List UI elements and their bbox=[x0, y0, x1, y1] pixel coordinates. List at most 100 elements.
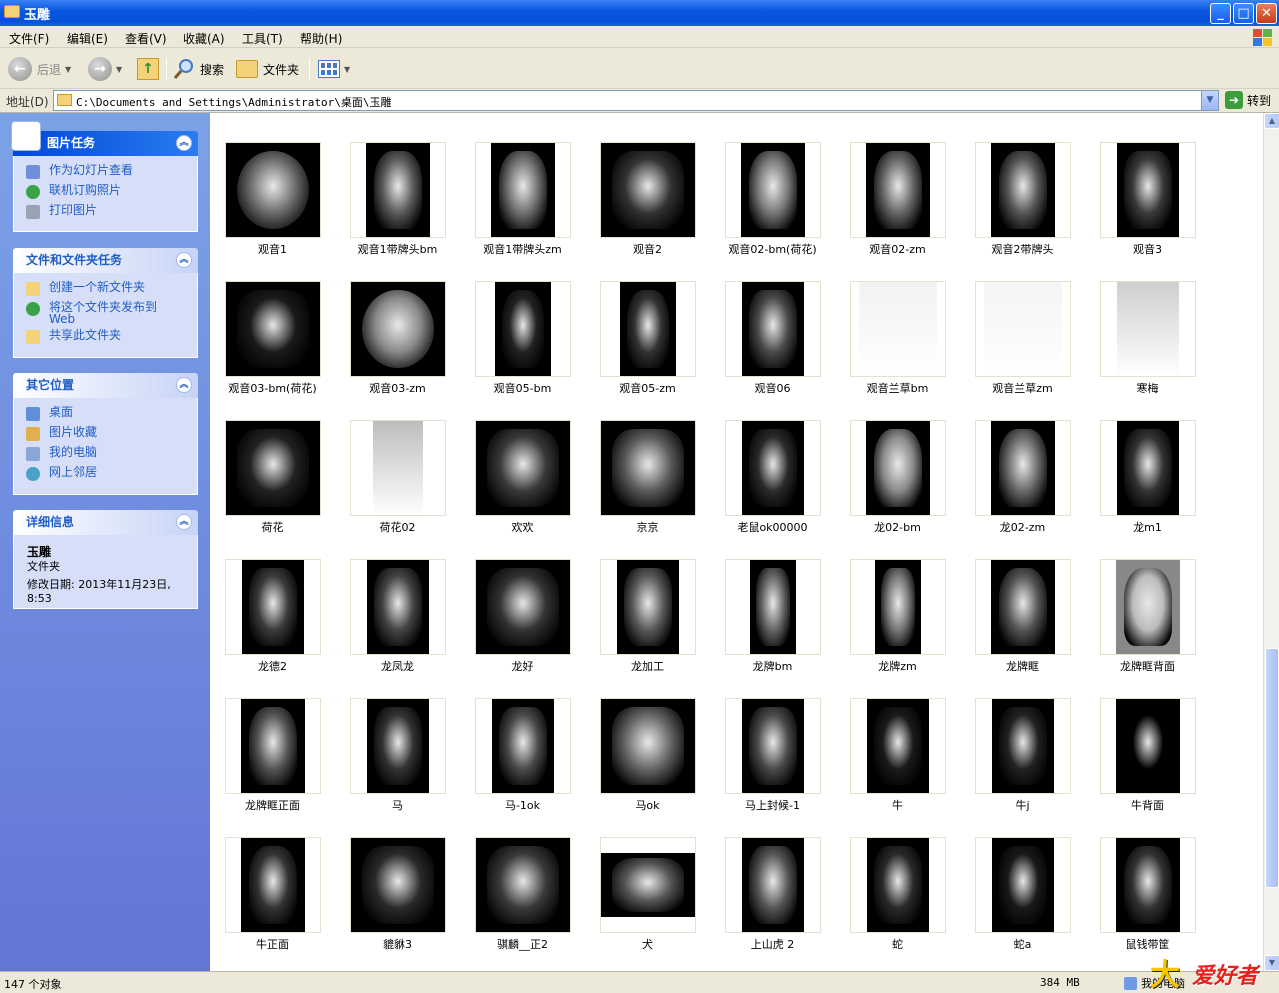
carving-relief bbox=[998, 428, 1048, 508]
collapse-chevron-icon[interactable]: ︽ bbox=[176, 252, 192, 268]
thumbnail-item[interactable]: 观音1 bbox=[210, 114, 335, 256]
thumbnail-item[interactable]: 犬 bbox=[585, 809, 710, 951]
thumbnail-item[interactable]: 牛j bbox=[960, 670, 1085, 812]
address-dropdown-button[interactable]: ▼ bbox=[1201, 91, 1218, 110]
thumbnail-item[interactable]: 马ok bbox=[585, 670, 710, 812]
collapse-chevron-icon[interactable]: ︽ bbox=[176, 514, 192, 530]
thumbnail-item[interactable]: 观音02-zm bbox=[835, 114, 960, 256]
thumbnail-item[interactable]: 观音兰草zm bbox=[960, 253, 1085, 395]
thumbnail-item[interactable]: 观音06 bbox=[710, 253, 835, 395]
address-input[interactable]: C:\Documents and Settings\Administrator\… bbox=[53, 90, 1219, 111]
thumbnail-item[interactable]: 欢欢 bbox=[460, 392, 585, 534]
thumbnail-item[interactable]: 牛背面 bbox=[1085, 670, 1210, 812]
thumbnail-item[interactable]: 龙m1 bbox=[1085, 392, 1210, 534]
place-my-computer[interactable]: 我的电脑 bbox=[26, 446, 197, 466]
collapse-chevron-icon[interactable]: ︽ bbox=[176, 135, 192, 151]
thumbnail-item[interactable]: 观音03-bm(荷花) bbox=[210, 253, 335, 395]
thumbnail-item[interactable]: 观音03-zm bbox=[335, 253, 460, 395]
thumbnail-item[interactable]: 龙德2 bbox=[210, 531, 335, 673]
collapse-chevron-icon[interactable]: ︽ bbox=[176, 377, 192, 393]
scroll-thumb[interactable] bbox=[1265, 648, 1279, 888]
thumbnail-item[interactable]: 龙牌bm bbox=[710, 531, 835, 673]
menu-favorites[interactable]: 收藏(A) bbox=[183, 30, 225, 47]
thumbnail-frame bbox=[725, 142, 821, 238]
thumbnail-item[interactable]: 骐麟__正2 bbox=[460, 809, 585, 951]
place-my-pictures[interactable]: 图片收藏 bbox=[26, 426, 197, 446]
menu-edit[interactable]: 编辑(E) bbox=[67, 30, 108, 47]
thumbnail-item[interactable]: 龙牌zm bbox=[835, 531, 960, 673]
details-date: 修改日期: 2013年11月23日, 8:53 bbox=[27, 578, 171, 605]
thumbnail-frame bbox=[225, 420, 321, 516]
thumbnail-item[interactable]: 观音3 bbox=[1085, 114, 1210, 256]
picture-tasks-body: 作为幻灯片查看 联机订购照片 打印图片 bbox=[13, 156, 198, 232]
minimize-button[interactable]: _ bbox=[1210, 3, 1231, 24]
thumbnail-item[interactable]: 观音2 bbox=[585, 114, 710, 256]
thumbnail-item[interactable]: 龙加工 bbox=[585, 531, 710, 673]
thumbnail-item[interactable]: 观音05-zm bbox=[585, 253, 710, 395]
thumbnail-item[interactable]: 观音02-bm(荷花) bbox=[710, 114, 835, 256]
search-button[interactable]: 搜索 bbox=[173, 56, 224, 82]
thumbnail-item[interactable]: 龙牌眶 bbox=[960, 531, 1085, 673]
title-bar[interactable]: 玉雕 _ □ ✕ bbox=[0, 0, 1279, 26]
close-button[interactable]: ✕ bbox=[1256, 3, 1277, 24]
thumbnail-item[interactable]: 貔貅3 bbox=[335, 809, 460, 951]
go-button[interactable]: ➔ 转到 bbox=[1225, 91, 1271, 109]
file-tasks-header[interactable]: 文件和文件夹任务 ︽ bbox=[13, 248, 198, 273]
menu-view[interactable]: 查看(V) bbox=[125, 30, 167, 47]
thumbnail-item[interactable]: 观音05-bm bbox=[460, 253, 585, 395]
task-order-prints[interactable]: 联机订购照片 bbox=[26, 184, 197, 204]
details-header[interactable]: 详细信息 ︽ bbox=[13, 510, 198, 535]
new-folder-icon bbox=[26, 282, 40, 296]
thumbnail-item[interactable]: 马-1ok bbox=[460, 670, 585, 812]
thumbnail-item[interactable]: 龙牌眶背面 bbox=[1085, 531, 1210, 673]
maximize-button[interactable]: □ bbox=[1233, 3, 1254, 24]
thumbnail-item[interactable]: 蛇a bbox=[960, 809, 1085, 951]
thumbnail-caption: 犬 bbox=[642, 938, 653, 951]
thumbnail-item[interactable]: 龙好 bbox=[460, 531, 585, 673]
scroll-up-button[interactable]: ▲ bbox=[1264, 113, 1279, 129]
place-desktop[interactable]: 桌面 bbox=[26, 406, 197, 426]
views-button[interactable]: ▼ bbox=[318, 56, 350, 82]
thumbnail-item[interactable]: 老鼠ok00000 bbox=[710, 392, 835, 534]
thumbnail-caption: 上山虎 2 bbox=[750, 938, 795, 951]
thumbnail-item[interactable]: 观音2带牌头 bbox=[960, 114, 1085, 256]
menu-tools[interactable]: 工具(T) bbox=[242, 30, 283, 47]
thumbnail-item[interactable]: 荷花 bbox=[210, 392, 335, 534]
thumbnail-item[interactable]: 寒梅 bbox=[1085, 253, 1210, 395]
forward-button[interactable]: → ▼ bbox=[88, 56, 122, 82]
task-new-folder[interactable]: 创建一个新文件夹 bbox=[26, 281, 197, 301]
thumbnail-item[interactable]: 龙02-zm bbox=[960, 392, 1085, 534]
thumbnail-item[interactable]: 观音1带牌头bm bbox=[335, 114, 460, 256]
thumbnail-item[interactable]: 马上封候-1 bbox=[710, 670, 835, 812]
task-print[interactable]: 打印图片 bbox=[26, 204, 197, 224]
thumbnail-item[interactable]: 蛇 bbox=[835, 809, 960, 951]
thumbnail-item[interactable]: 牛正面 bbox=[210, 809, 335, 951]
carving-relief bbox=[999, 845, 1047, 925]
place-network[interactable]: 网上邻居 bbox=[26, 466, 197, 486]
menu-help[interactable]: 帮助(H) bbox=[300, 30, 342, 47]
task-new-folder-label: 创建一个新文件夹 bbox=[49, 280, 146, 294]
vertical-scrollbar[interactable]: ▲ ▼ bbox=[1263, 113, 1279, 971]
thumbnail-item[interactable]: 马 bbox=[335, 670, 460, 812]
carving-relief bbox=[612, 858, 684, 912]
menu-file[interactable]: 文件(F) bbox=[9, 30, 49, 47]
other-places-header[interactable]: 其它位置 ︽ bbox=[13, 373, 198, 398]
thumbnail-item[interactable]: 龙凤龙 bbox=[335, 531, 460, 673]
thumbnail-item[interactable]: 龙02-bm bbox=[835, 392, 960, 534]
thumbnail-item[interactable]: 观音兰草bm bbox=[835, 253, 960, 395]
picture-tasks-header[interactable]: 图片任务 ︽ bbox=[11, 121, 198, 156]
thumbnail-item[interactable]: 龙牌眶正面 bbox=[210, 670, 335, 812]
up-folder-button[interactable]: ↑ bbox=[137, 56, 159, 82]
thumbnail-item[interactable]: 观音1带牌头zm bbox=[460, 114, 585, 256]
thumbnail-item[interactable]: 京京 bbox=[585, 392, 710, 534]
folders-button[interactable]: 文件夹 bbox=[236, 56, 299, 82]
thumbnail-item[interactable]: 鼠钱带筐 bbox=[1085, 809, 1210, 951]
thumbnail-view[interactable]: 观音1 观音1带牌头bm 观音1带牌头zm 观音2 观音02-bm(荷花) 观音02-zm… bbox=[210, 113, 1263, 971]
thumbnail-item[interactable]: 荷花02 bbox=[335, 392, 460, 534]
thumbnail-item[interactable]: 上山虎 2 bbox=[710, 809, 835, 951]
task-slideshow[interactable]: 作为幻灯片查看 bbox=[26, 164, 197, 184]
thumbnail-item[interactable]: 牛 bbox=[835, 670, 960, 812]
task-share-folder[interactable]: 共享此文件夹 bbox=[26, 329, 197, 349]
task-publish-web[interactable]: 将这个文件夹发布到 Web bbox=[26, 301, 197, 329]
back-button[interactable]: ← 后退 ▼ bbox=[8, 56, 71, 82]
